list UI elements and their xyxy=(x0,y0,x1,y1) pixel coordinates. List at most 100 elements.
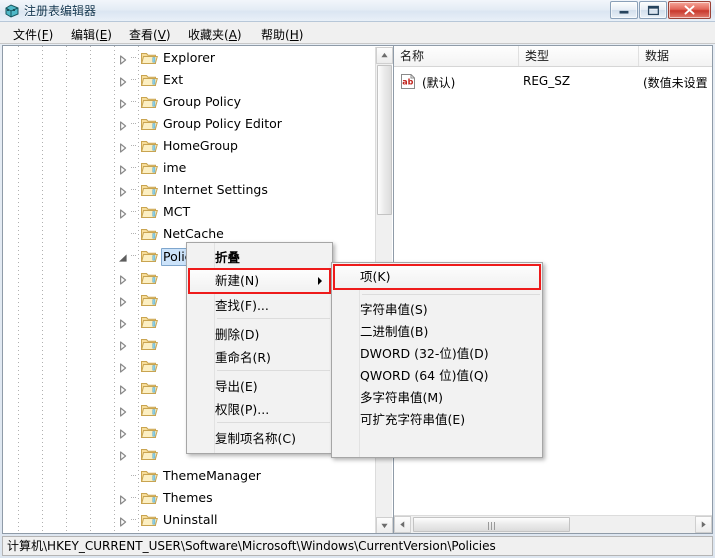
tree-item-group-policy[interactable]: Group Policy xyxy=(3,92,376,112)
tree-connector xyxy=(131,79,137,80)
menu-favorites[interactable]: 收藏夹(A) xyxy=(183,25,247,42)
tree-item-uninstall[interactable]: Uninstall xyxy=(3,510,376,530)
folder-icon xyxy=(141,205,158,219)
folder-icon xyxy=(141,381,158,395)
scroll-right-arrow[interactable] xyxy=(695,516,712,533)
tree-item-label: ThemeManager xyxy=(163,468,261,483)
menu-file[interactable]: 文件(F) xyxy=(8,25,58,42)
menu-edit[interactable]: 编辑(E) xyxy=(66,25,117,42)
tree-collapsed-icon[interactable] xyxy=(118,339,128,351)
column-header-data[interactable]: 数据 xyxy=(639,46,712,66)
menu-help[interactable]: 帮助(H) xyxy=(256,25,308,42)
context-menu-item-6[interactable]: 权限(P)... xyxy=(188,399,331,421)
menu-view[interactable]: 查看(V) xyxy=(124,25,176,42)
registry-editor-window: 注册表编辑器 文件(F) 编辑(E) 查看(V) 收藏夹(A) 帮助(H) Ex… xyxy=(0,0,715,558)
folder-icon xyxy=(141,469,158,483)
folder-icon xyxy=(141,249,158,263)
tree-item-label: Uninstall xyxy=(163,512,218,527)
tree-collapsed-icon[interactable] xyxy=(118,207,128,219)
context-menu-item-5[interactable]: 导出(E) xyxy=(188,376,331,398)
scroll-left-arrow[interactable] xyxy=(394,516,411,533)
new-submenu[interactable]: 项(K) 字符串值(S) 二进制值(B) DWORD (32-位)值(D) QWORD … xyxy=(331,262,543,458)
tree-collapsed-icon[interactable] xyxy=(118,75,128,87)
tree-item-label: MCT xyxy=(163,204,191,219)
folder-icon xyxy=(141,337,158,351)
new-submenu-item-4[interactable]: QWORD (64 位)值(Q) xyxy=(333,365,541,387)
context-menu-item-1[interactable]: 新建(N) xyxy=(188,270,331,292)
tree-item-netcache[interactable]: NetCache xyxy=(3,224,376,244)
tree-collapsed-icon[interactable] xyxy=(118,317,128,329)
tree-collapsed-icon[interactable] xyxy=(118,273,128,285)
scroll-up-arrow[interactable] xyxy=(376,47,393,64)
tree-item-mct[interactable]: MCT xyxy=(3,202,376,222)
tree-connector xyxy=(131,233,137,234)
tree-collapsed-icon[interactable] xyxy=(118,119,128,131)
tree-connector xyxy=(131,145,137,146)
tree-item-group-policy-editor[interactable]: Group Policy Editor xyxy=(3,114,376,134)
tree-item-label: Ext xyxy=(163,72,184,87)
close-button[interactable] xyxy=(668,1,711,19)
new-submenu-item-5[interactable]: 多字符串值(M) xyxy=(333,387,541,409)
column-header-type[interactable]: 类型 xyxy=(519,46,639,66)
new-submenu-item-0[interactable]: 项(K) xyxy=(333,266,541,288)
menu-separator xyxy=(362,294,540,295)
tree-expanded-icon[interactable] xyxy=(118,251,128,262)
folder-icon xyxy=(141,425,158,439)
tree-collapsed-icon[interactable] xyxy=(118,53,128,65)
tree-item-internet-settings[interactable]: Internet Settings xyxy=(3,180,376,200)
list-horizontal-scrollbar[interactable] xyxy=(394,515,712,533)
context-menu-item-4[interactable]: 重命名(R) xyxy=(188,347,331,369)
new-submenu-item-2[interactable]: 二进制值(B) xyxy=(333,321,541,343)
tree-scrollbar-thumb[interactable] xyxy=(377,65,392,215)
column-header-name[interactable]: 名称 xyxy=(394,46,519,66)
svg-text:ab: ab xyxy=(402,78,413,87)
tree-collapsed-icon[interactable] xyxy=(118,405,128,417)
tree-item-label: Group Policy xyxy=(163,94,241,109)
tree-collapsed-icon[interactable] xyxy=(118,141,128,153)
tree-item-label: HomeGroup xyxy=(163,138,238,153)
tree-collapsed-icon[interactable] xyxy=(118,383,128,395)
tree-item-themes[interactable]: Themes xyxy=(3,488,376,508)
menu-bar: 文件(F) 编辑(E) 查看(V) 收藏夹(A) 帮助(H) xyxy=(0,22,715,44)
tree-connector xyxy=(131,101,137,102)
tree-connector xyxy=(131,519,137,520)
tree-collapsed-icon[interactable] xyxy=(118,427,128,439)
new-submenu-item-3[interactable]: DWORD (32-位)值(D) xyxy=(333,343,541,365)
value-name: (默认) xyxy=(422,76,456,90)
tree-item-wintrust[interactable]: WinTrust xyxy=(3,532,376,533)
tree-item-homegroup[interactable]: HomeGroup xyxy=(3,136,376,156)
tree-collapsed-icon[interactable] xyxy=(118,163,128,175)
tree-collapsed-icon[interactable] xyxy=(118,97,128,109)
context-menu-item-0[interactable]: 折叠 xyxy=(188,247,331,269)
tree-collapsed-icon[interactable] xyxy=(118,361,128,373)
folder-icon xyxy=(141,271,158,285)
new-submenu-item-1[interactable]: 字符串值(S) xyxy=(333,299,541,321)
folder-icon xyxy=(141,73,158,87)
context-menu[interactable]: 折叠 新建(N) 查找(F)... 删除(D) 重命名(R) 导出(E) 权限(P)... 复… xyxy=(186,242,333,454)
scrollbar-grip-icon xyxy=(487,522,497,530)
folder-icon xyxy=(141,51,158,65)
maximize-button[interactable] xyxy=(639,1,667,19)
value-row[interactable]: ab (默认) REG_SZ (数值未设置 xyxy=(394,71,712,93)
minimize-button[interactable] xyxy=(610,1,638,19)
tree-connector xyxy=(131,255,137,256)
tree-item-explorer[interactable]: Explorer xyxy=(3,48,376,68)
tree-item-thememanager[interactable]: ThemeManager xyxy=(3,466,376,486)
tree-connector xyxy=(131,211,137,212)
tree-item-ext[interactable]: Ext xyxy=(3,70,376,90)
tree-item-ime[interactable]: ime xyxy=(3,158,376,178)
tree-collapsed-icon[interactable] xyxy=(118,515,128,527)
context-menu-item-3[interactable]: 删除(D) xyxy=(188,324,331,346)
tree-collapsed-icon[interactable] xyxy=(118,493,128,505)
context-menu-item-2[interactable]: 查找(F)... xyxy=(188,295,331,317)
list-scrollbar-thumb[interactable] xyxy=(413,517,570,532)
new-submenu-item-6[interactable]: 可扩充字符串值(E) xyxy=(333,409,541,431)
tree-collapsed-icon[interactable] xyxy=(118,295,128,307)
tree-collapsed-icon[interactable] xyxy=(118,449,128,461)
tree-item-label: Internet Settings xyxy=(163,182,268,197)
tree-connector xyxy=(131,57,137,58)
context-menu-item-7[interactable]: 复制项名称(C) xyxy=(188,428,331,450)
tree-collapsed-icon[interactable] xyxy=(118,185,128,197)
scroll-down-arrow[interactable] xyxy=(376,517,393,533)
tree-item-label: NetCache xyxy=(163,226,224,241)
